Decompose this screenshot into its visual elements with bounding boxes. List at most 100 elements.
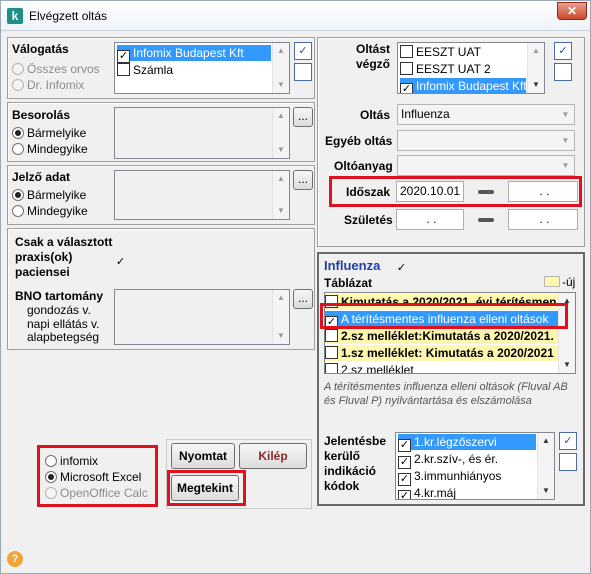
output-radio-excel[interactable]: Microsoft Excel: [45, 470, 141, 484]
list-item-infomix[interactable]: ✓ Infomix Budapest Kft: [400, 78, 527, 93]
checkbox[interactable]: [325, 295, 338, 308]
jelzo-browse-button[interactable]: ...: [293, 170, 313, 190]
list-item-code[interactable]: ✓ 4.kr.máj: [398, 485, 456, 499]
idoszak-from-input[interactable]: 2020.10.01: [396, 181, 464, 202]
szuletes-from-input[interactable]: . .: [396, 209, 464, 230]
besorolas-scrollbar[interactable]: ▲ ▼: [272, 108, 289, 158]
scroll-up-icon[interactable]: ▲: [273, 43, 289, 59]
oltast-vegzo-scrollbar[interactable]: ▲ ▼: [527, 43, 544, 93]
checkbox[interactable]: ✓: [400, 83, 413, 93]
scroll-up-icon[interactable]: ▲: [528, 43, 544, 59]
idoszak-to-input[interactable]: . .: [508, 181, 578, 202]
scroll-up-icon[interactable]: ▲: [273, 108, 289, 124]
list-item-eeszt-uat[interactable]: EESZT UAT: [400, 44, 481, 60]
scroll-up-icon[interactable]: ▲: [273, 290, 289, 306]
scroll-down-icon[interactable]: ▼: [273, 142, 289, 158]
list-item-eeszt-uat-2[interactable]: EESZT UAT 2: [400, 61, 491, 77]
checkbox[interactable]: [117, 63, 130, 76]
checkbox[interactable]: [400, 45, 413, 58]
tablazat-list[interactable]: Kimutatás a 2020/2021. évi térítésmen ✓ A…: [324, 292, 576, 374]
checkbox[interactable]: ✓: [398, 490, 411, 499]
checkbox[interactable]: [325, 329, 338, 342]
tablazat-scrollbar[interactable]: ▲ ▼: [558, 293, 575, 373]
checkbox[interactable]: ✓: [114, 257, 127, 270]
scroll-down-icon[interactable]: ▼: [273, 328, 289, 344]
valogatas-scrollbar[interactable]: ▲ ▼: [272, 43, 289, 93]
bno-browse-button[interactable]: ...: [293, 289, 313, 309]
oltast-vegzo-list[interactable]: EESZT UAT EESZT UAT 2 ✓ Infomix Budapest …: [397, 42, 545, 94]
scroll-down-icon[interactable]: ▼: [538, 483, 554, 499]
chevron-down-icon[interactable]: ▼: [557, 131, 574, 150]
list-item-code[interactable]: ✓ 1.kr.légzőszervi: [398, 434, 536, 452]
radio-circle[interactable]: [12, 205, 24, 217]
csak-checkbox[interactable]: ✓: [114, 252, 130, 270]
szuletes-to-input[interactable]: . .: [508, 209, 578, 230]
influenza-checkbox[interactable]: ✓: [395, 258, 411, 276]
oltoanyag-select[interactable]: ▼: [397, 155, 575, 176]
list-item-code[interactable]: ✓ 3.immunhiányos: [398, 468, 501, 486]
scroll-up-icon[interactable]: ▲: [538, 433, 554, 449]
besorolas-browse-button[interactable]: ...: [293, 107, 313, 127]
oltas-select[interactable]: Influenza ▼: [397, 104, 575, 125]
bno-scrollbar[interactable]: ▲ ▼: [272, 290, 289, 344]
jelzo-scrollbar[interactable]: ▲ ▼: [272, 171, 289, 219]
table-row[interactable]: ✓ A térítésmentes influenza elleni oltáso…: [325, 311, 560, 329]
uncheck-all-icon[interactable]: [559, 453, 577, 471]
uncheck-all-icon[interactable]: [554, 63, 572, 81]
oltast-vegzo-label-line2: végző: [356, 57, 391, 71]
radio-besorolas-mindegyike[interactable]: Mindegyike: [12, 142, 88, 156]
check-all-icon[interactable]: ✓: [554, 42, 572, 60]
chevron-down-icon[interactable]: ▼: [557, 105, 574, 124]
codes-scrollbar[interactable]: ▲ ▼: [537, 433, 554, 499]
scroll-down-icon[interactable]: ▼: [273, 77, 289, 93]
radio-osszes-orvos[interactable]: Összes orvos: [12, 62, 100, 76]
check-all-icon[interactable]: ✓: [559, 432, 577, 450]
jelzo-panel: Jelző adat Bármelyike Mindegyike ▲ ▼ ...: [7, 165, 315, 225]
chevron-down-icon[interactable]: ▼: [557, 156, 574, 175]
jelzo-list[interactable]: ▲ ▼: [114, 170, 290, 220]
scroll-up-icon[interactable]: ▲: [273, 171, 289, 187]
scroll-up-icon[interactable]: ▲: [559, 293, 575, 309]
list-item-infomix[interactable]: ✓ Infomix Budapest Kft: [117, 45, 271, 63]
radio-circle[interactable]: [12, 79, 24, 91]
checkbox[interactable]: [325, 363, 338, 373]
besorolas-list[interactable]: ▲ ▼: [114, 107, 290, 159]
list-item-code[interactable]: ✓ 2.kr.szív-, és ér.: [398, 451, 498, 469]
radio-dr-infomix[interactable]: Dr. Infomix: [12, 78, 84, 92]
radio-jelzo-barmelyike[interactable]: Bármelyike: [12, 188, 86, 202]
codes-list[interactable]: ✓ 1.kr.légzőszervi ✓ 2.kr.szív-, és ér. ✓ 3…: [395, 432, 555, 500]
scroll-down-icon[interactable]: ▼: [559, 357, 575, 373]
radio-circle[interactable]: [12, 143, 24, 155]
radio-jelzo-mindegyike[interactable]: Mindegyike: [12, 204, 88, 218]
radio-circle[interactable]: [12, 127, 24, 139]
table-row[interactable]: 2.sz melléklet: [325, 362, 560, 373]
radio-label: Microsoft Excel: [60, 470, 142, 484]
bno-list[interactable]: ▲ ▼: [114, 289, 290, 345]
table-row[interactable]: 1.sz melléklet: Kimutatás a 2020/2021: [325, 345, 560, 361]
checkbox[interactable]: [325, 346, 338, 359]
radio-besorolas-barmelyike[interactable]: Bármelyike: [12, 126, 86, 140]
table-row[interactable]: 2.sz melléklet:Kimutatás a 2020/2021.: [325, 328, 560, 344]
uncheck-all-icon[interactable]: [294, 63, 312, 81]
scroll-down-icon[interactable]: ▼: [273, 203, 289, 219]
radio-circle[interactable]: [12, 189, 24, 201]
scroll-down-icon[interactable]: ▼: [528, 77, 544, 93]
close-button[interactable]: ✕: [557, 2, 587, 20]
radio-circle[interactable]: [45, 455, 57, 467]
list-item-szamla[interactable]: Számla: [117, 62, 173, 78]
view-button[interactable]: Megtekint: [171, 475, 239, 501]
output-radio-openoffice[interactable]: OpenOffice Calc: [45, 486, 148, 500]
checkbox[interactable]: [400, 62, 413, 75]
print-button[interactable]: Nyomtat: [171, 443, 235, 469]
valogatas-list[interactable]: ✓ Infomix Budapest Kft Számla ▲ ▼: [114, 42, 290, 94]
table-row[interactable]: Kimutatás a 2020/2021. évi térítésmen: [325, 294, 560, 310]
output-radio-infomix[interactable]: infomix: [45, 454, 98, 468]
radio-circle[interactable]: [45, 487, 57, 499]
radio-circle[interactable]: [45, 471, 57, 483]
egyeb-oltas-select[interactable]: ▼: [397, 130, 575, 151]
check-all-icon[interactable]: ✓: [294, 42, 312, 60]
radio-circle[interactable]: [12, 63, 24, 75]
help-icon[interactable]: ?: [7, 551, 23, 567]
checkbox[interactable]: ✓: [395, 263, 408, 276]
exit-button[interactable]: Kilép: [239, 443, 307, 469]
